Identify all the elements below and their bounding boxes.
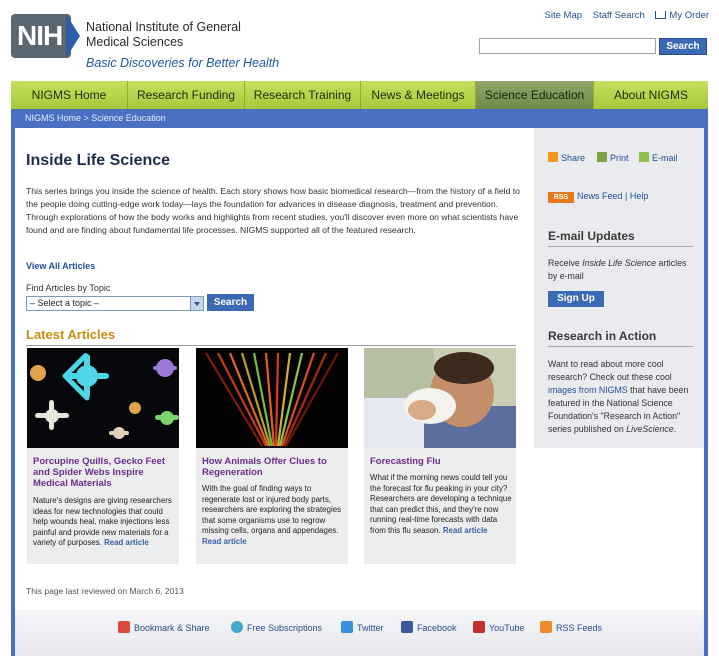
article-desc: Nature's designs are giving researchers …	[33, 496, 172, 547]
printer-icon	[597, 152, 607, 162]
divider	[26, 345, 516, 346]
article-image-flu[interactable]	[364, 348, 516, 448]
latest-articles-heading: Latest Articles	[26, 327, 116, 342]
email-link[interactable]: E-mail	[639, 152, 678, 163]
tagline: Basic Discoveries for Better Health	[86, 56, 280, 70]
email-updates-heading: E-mail Updates	[548, 229, 635, 243]
article-desc: What if the morning news could tell you …	[370, 473, 512, 535]
rss-badge-icon[interactable]: RSS	[548, 192, 574, 203]
article-card[interactable]: Porcupine Quills, Gecko Feet and Spider …	[27, 348, 179, 564]
cart-icon	[655, 11, 667, 19]
youtube-icon	[473, 621, 485, 633]
nav-research-funding[interactable]: Research Funding	[128, 81, 245, 109]
envelope-icon	[639, 152, 649, 162]
article-title[interactable]: Forecasting Flu	[370, 456, 514, 467]
sign-up-button[interactable]: Sign Up	[548, 291, 604, 307]
subscription-icon	[231, 621, 243, 633]
footer-bookmark-share[interactable]: Bookmark & Share	[118, 621, 210, 633]
site-search-button[interactable]: Search	[659, 38, 707, 55]
article-title[interactable]: How Animals Offer Clues to Regeneration	[202, 456, 346, 478]
view-all-articles-link[interactable]: View All Articles	[26, 261, 95, 271]
footer-free-subscriptions[interactable]: Free Subscriptions	[231, 621, 322, 633]
print-link[interactable]: Print	[597, 152, 629, 163]
read-article-link[interactable]: Read article	[443, 526, 488, 535]
facebook-icon	[401, 621, 413, 633]
article-card[interactable]: How Animals Offer Clues to Regeneration …	[196, 348, 348, 564]
divider	[548, 246, 693, 247]
footer	[15, 610, 704, 656]
divider	[548, 346, 693, 347]
research-in-action-text: Want to read about more cool research? C…	[548, 359, 689, 434]
site-map-link[interactable]: Site Map	[545, 10, 583, 21]
nih-logo[interactable]: NIH	[11, 14, 71, 58]
utility-links: Site Map Staff Search My Order	[537, 10, 709, 21]
logo-text: NIH	[17, 20, 63, 51]
share-link[interactable]: Share	[548, 152, 585, 163]
staff-search-link[interactable]: Staff Search	[593, 10, 645, 21]
bookmark-icon	[118, 621, 130, 633]
rss-icon	[540, 621, 552, 633]
intro-text: This series brings you inside the scienc…	[26, 186, 520, 235]
last-reviewed: This page last reviewed on March 6, 2013	[26, 586, 184, 596]
find-articles-label: Find Articles by Topic	[26, 283, 111, 293]
page-title: Inside Life Science	[26, 152, 171, 169]
read-article-link[interactable]: Read article	[104, 538, 149, 547]
my-order-link[interactable]: My Order	[655, 10, 709, 21]
read-article-link[interactable]: Read article	[202, 537, 247, 546]
chevron-down-icon	[190, 297, 203, 310]
nav-research-training[interactable]: Research Training	[245, 81, 361, 109]
images-from-nigms-link[interactable]: images from NIGMS	[548, 385, 628, 395]
org-name[interactable]: National Institute of General Medical Sc…	[86, 20, 246, 50]
article-title[interactable]: Porcupine Quills, Gecko Feet and Spider …	[33, 456, 177, 489]
nav-nigms-home[interactable]: NIGMS Home	[11, 81, 128, 109]
footer-rss-feeds[interactable]: RSS Feeds	[540, 621, 602, 633]
breadcrumb[interactable]: NIGMS Home > Science Education	[25, 113, 166, 123]
news-feed-help-links[interactable]: News Feed | Help	[577, 191, 648, 201]
site-header: NIH National Institute of General Medica…	[0, 0, 719, 80]
main-nav: NIGMS Home Research Funding Research Tra…	[11, 81, 708, 109]
email-updates-text: Receive Inside Life Science articles by …	[548, 258, 687, 281]
footer-facebook[interactable]: Facebook	[401, 621, 457, 633]
article-image-materials[interactable]	[27, 348, 179, 448]
footer-youtube[interactable]: YouTube	[473, 621, 524, 633]
topic-select[interactable]: – Select a topic –	[26, 296, 204, 311]
site-search-input[interactable]	[479, 38, 656, 54]
article-card[interactable]: Forecasting Flu What if the morning news…	[364, 348, 516, 564]
footer-twitter[interactable]: Twitter	[341, 621, 384, 633]
nav-about-nigms[interactable]: About NIGMS	[594, 81, 708, 109]
topic-select-value: – Select a topic –	[30, 298, 100, 308]
article-image-regeneration[interactable]	[196, 348, 348, 448]
logo-chevron-icon	[66, 14, 80, 58]
nav-science-education[interactable]: Science Education	[476, 81, 594, 109]
topic-search-button[interactable]: Search	[207, 294, 254, 311]
plus-icon	[548, 152, 558, 162]
research-in-action-heading: Research in Action	[548, 329, 657, 343]
article-desc: With the goal of finding ways to regener…	[202, 484, 342, 546]
twitter-icon	[341, 621, 353, 633]
nav-news-meetings[interactable]: News & Meetings	[361, 81, 476, 109]
